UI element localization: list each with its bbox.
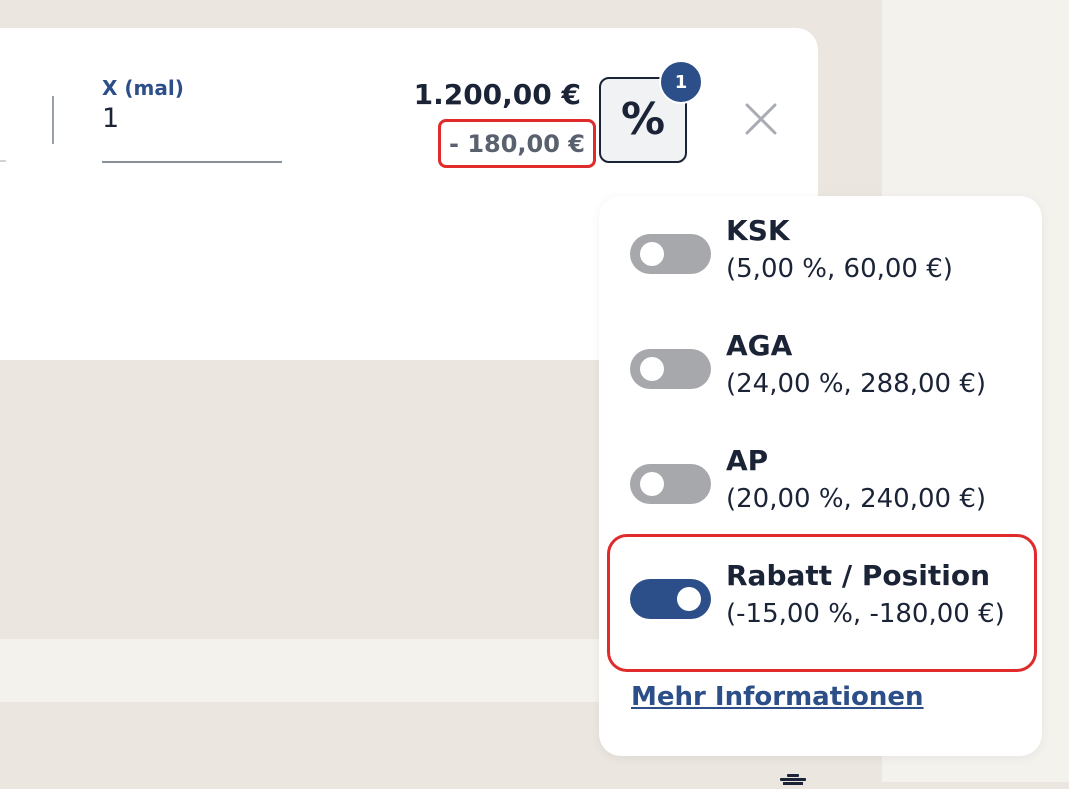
surcharge-popover: KSK (5,00 %, 60,00 €) AGA (24,00 %, 288,… [599,196,1042,756]
surcharge-option-ksk: KSK (5,00 %, 60,00 €) [599,214,1042,314]
quantity-input-underline [102,161,282,163]
toggle-knob [640,357,664,381]
position-discount: - 180,00 € [449,129,585,158]
active-surcharge-count-badge: 1 [659,60,703,104]
surcharge-detail: (20,00 %, 240,00 €) [726,484,986,514]
close-icon [745,103,777,135]
previous-field-underline [0,160,6,162]
remove-position-button[interactable] [740,98,782,140]
more-information-link[interactable]: Mehr Informationen [631,682,924,712]
trash-icon[interactable] [778,770,808,785]
quantity-label: X (mal) [102,76,184,100]
surcharge-title: AGA [726,329,793,362]
percent-icon: % [620,94,666,145]
surcharge-title: KSK [726,214,790,247]
surcharge-detail: (5,00 %, 60,00 €) [726,254,953,284]
surcharge-detail: (24,00 %, 288,00 €) [726,369,986,399]
field-divider [52,96,54,144]
surcharge-toggle-aga[interactable] [630,349,711,389]
rabatt-highlight [607,534,1037,672]
surcharge-option-ap: AP (20,00 %, 240,00 €) [599,444,1042,544]
toggle-knob [640,472,664,496]
trash-icon-glyph [780,774,806,785]
toggle-knob [640,242,664,266]
surcharge-toggle-ksk[interactable] [630,234,711,274]
surcharge-option-aga: AGA (24,00 %, 288,00 €) [599,329,1042,429]
quantity-input[interactable]: 1 [102,103,119,134]
surcharge-title: AP [726,444,769,477]
surcharge-toggle-ap[interactable] [630,464,711,504]
discount-highlight: - 180,00 € [438,119,596,168]
position-price: 1.200,00 € [413,78,581,111]
